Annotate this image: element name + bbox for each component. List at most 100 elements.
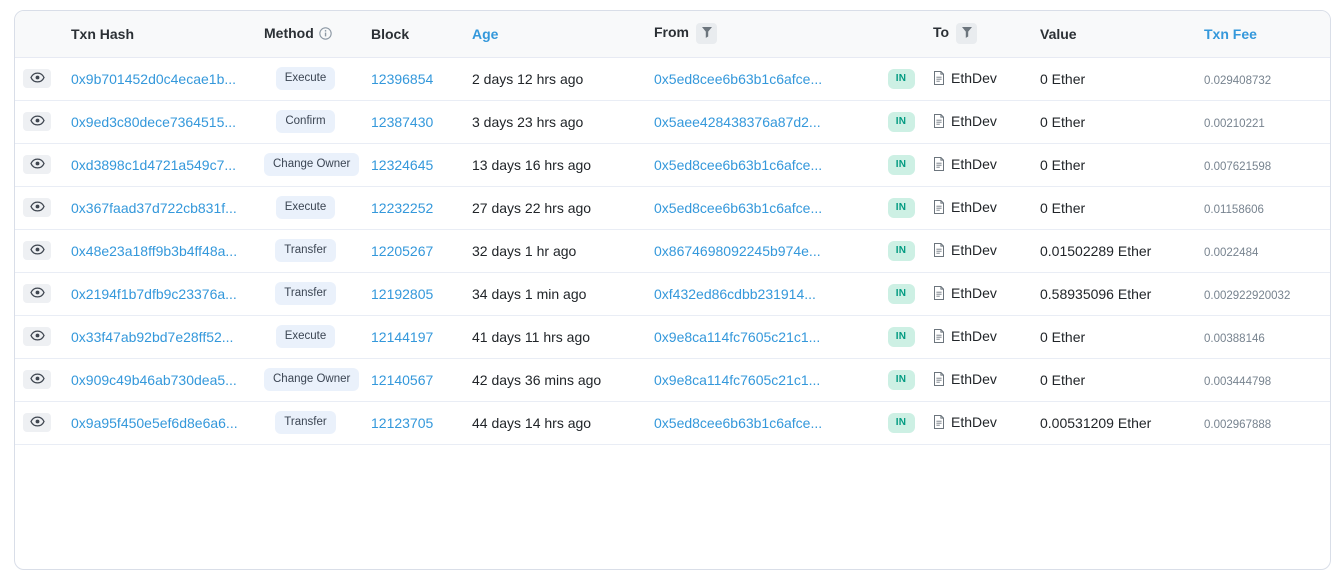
- direction-badge: IN: [888, 284, 915, 304]
- cell-value: 0 Ether: [1028, 186, 1192, 229]
- expand-row-button[interactable]: [23, 155, 51, 174]
- to-filter-button[interactable]: [956, 23, 977, 44]
- txn-fee-text: 0.00210221: [1204, 118, 1265, 130]
- column-header-block: Block: [359, 11, 460, 57]
- from-address-link[interactable]: 0x5ed8cee6b63b1c6afce...: [654, 71, 822, 87]
- txn-fee-sort-link[interactable]: Txn Fee: [1204, 26, 1257, 42]
- cell-expand: [15, 272, 59, 315]
- value-text: 0.00531209 Ether: [1040, 415, 1151, 431]
- cell-block: 12324645: [359, 143, 460, 186]
- from-address-link[interactable]: 0x8674698092245b974e...: [654, 243, 821, 259]
- cell-from: 0xf432ed86cdbb231914...: [642, 272, 881, 315]
- eye-icon: [30, 329, 45, 344]
- block-link[interactable]: 12387430: [371, 114, 433, 130]
- direction-badge: IN: [888, 327, 915, 347]
- age-text: 34 days 1 min ago: [472, 286, 586, 302]
- from-address-link[interactable]: 0xf432ed86cdbb231914...: [654, 286, 816, 302]
- to-name-link[interactable]: EthDev: [951, 113, 997, 129]
- txn-hash-link[interactable]: 0x9b701452d0c4ecae1b...: [71, 71, 236, 87]
- cell-direction: IN: [881, 229, 921, 272]
- block-link[interactable]: 12123705: [371, 415, 433, 431]
- block-link[interactable]: 12232252: [371, 200, 433, 216]
- cell-to: EthDev: [921, 315, 1028, 358]
- column-header-age[interactable]: Age: [460, 11, 642, 57]
- cell-method: Confirm: [252, 100, 359, 143]
- cell-value: 0.58935096 Ether: [1028, 272, 1192, 315]
- to-name-link[interactable]: EthDev: [951, 328, 997, 344]
- age-text: 27 days 22 hrs ago: [472, 200, 591, 216]
- value-text: 0 Ether: [1040, 71, 1085, 87]
- expand-row-button[interactable]: [23, 112, 51, 131]
- transactions-table: Txn Hash Method Block Age From To: [15, 11, 1330, 445]
- table-row: 0x9b701452d0c4ecae1b... Execute 12396854…: [15, 57, 1330, 100]
- to-name-link[interactable]: EthDev: [951, 371, 997, 387]
- from-address-link[interactable]: 0x5ed8cee6b63b1c6afce...: [654, 415, 822, 431]
- to-name-link[interactable]: EthDev: [951, 156, 997, 172]
- cell-from: 0x5ed8cee6b63b1c6afce...: [642, 57, 881, 100]
- age-sort-link[interactable]: Age: [472, 26, 498, 42]
- cell-to: EthDev: [921, 143, 1028, 186]
- direction-badge: IN: [888, 69, 915, 89]
- from-address-link[interactable]: 0x5ed8cee6b63b1c6afce...: [654, 200, 822, 216]
- to-name-link[interactable]: EthDev: [951, 285, 997, 301]
- cell-from: 0x5ed8cee6b63b1c6afce...: [642, 143, 881, 186]
- cell-value: 0 Ether: [1028, 57, 1192, 100]
- expand-row-button[interactable]: [23, 198, 51, 217]
- table-row: 0x33f47ab92bd7e28ff52... Execute 1214419…: [15, 315, 1330, 358]
- cell-age: 42 days 36 mins ago: [460, 358, 642, 401]
- txn-hash-link[interactable]: 0x9a95f450e5ef6d8e6a6...: [71, 415, 238, 431]
- to-name-link[interactable]: EthDev: [951, 414, 997, 430]
- txn-hash-link[interactable]: 0x909c49b46ab730dea5...: [71, 372, 237, 388]
- cell-block: 12387430: [359, 100, 460, 143]
- expand-row-button[interactable]: [23, 370, 51, 389]
- expand-row-button[interactable]: [23, 69, 51, 88]
- eye-icon: [30, 71, 45, 86]
- cell-age: 2 days 12 hrs ago: [460, 57, 642, 100]
- cell-method: Transfer: [252, 229, 359, 272]
- to-name-link[interactable]: EthDev: [951, 70, 997, 86]
- to-name-link[interactable]: EthDev: [951, 242, 997, 258]
- direction-badge: IN: [888, 155, 915, 175]
- cell-method: Execute: [252, 57, 359, 100]
- block-link[interactable]: 12396854: [371, 71, 433, 87]
- txn-hash-link[interactable]: 0x33f47ab92bd7e28ff52...: [71, 329, 233, 345]
- cell-age: 3 days 23 hrs ago: [460, 100, 642, 143]
- from-address-link[interactable]: 0x5aee428438376a87d2...: [654, 114, 821, 130]
- txn-hash-link[interactable]: 0x367faad37d722cb831f...: [71, 200, 237, 216]
- to-name-link[interactable]: EthDev: [951, 199, 997, 215]
- value-text: 0 Ether: [1040, 157, 1085, 173]
- contract-document-icon: [933, 329, 945, 346]
- expand-row-button[interactable]: [23, 241, 51, 260]
- cell-method: Transfer: [252, 272, 359, 315]
- method-badge: Confirm: [276, 110, 334, 134]
- cell-to: EthDev: [921, 100, 1028, 143]
- from-filter-button[interactable]: [696, 23, 717, 44]
- expand-row-button[interactable]: [23, 284, 51, 303]
- table-row: 0xd3898c1d4721a549c7... Change Owner 123…: [15, 143, 1330, 186]
- block-link[interactable]: 12140567: [371, 372, 433, 388]
- table-row: 0x9a95f450e5ef6d8e6a6... Transfer 121237…: [15, 401, 1330, 444]
- cell-block: 12144197: [359, 315, 460, 358]
- cell-age: 32 days 1 hr ago: [460, 229, 642, 272]
- txn-hash-link[interactable]: 0x9ed3c80dece7364515...: [71, 114, 236, 130]
- txn-hash-link[interactable]: 0xd3898c1d4721a549c7...: [71, 157, 236, 173]
- block-link[interactable]: 12144197: [371, 329, 433, 345]
- txn-hash-link[interactable]: 0x2194f1b7dfb9c23376a...: [71, 286, 237, 302]
- eye-icon: [30, 114, 45, 129]
- txn-fee-text: 0.00388146: [1204, 333, 1265, 345]
- from-address-link[interactable]: 0x5ed8cee6b63b1c6afce...: [654, 157, 822, 173]
- txn-hash-link[interactable]: 0x48e23a18ff9b3b4ff48a...: [71, 243, 237, 259]
- from-address-link[interactable]: 0x9e8ca114fc7605c21c1...: [654, 372, 820, 388]
- age-text: 42 days 36 mins ago: [472, 372, 601, 388]
- method-badge: Transfer: [275, 411, 335, 435]
- expand-row-button[interactable]: [23, 327, 51, 346]
- column-header-txn-fee[interactable]: Txn Fee: [1192, 11, 1330, 57]
- block-link[interactable]: 12192805: [371, 286, 433, 302]
- block-link[interactable]: 12205267: [371, 243, 433, 259]
- method-badge: Change Owner: [264, 368, 359, 392]
- block-link[interactable]: 12324645: [371, 157, 433, 173]
- column-header-value: Value: [1028, 11, 1192, 57]
- expand-row-button[interactable]: [23, 413, 51, 432]
- cell-from: 0x9e8ca114fc7605c21c1...: [642, 315, 881, 358]
- from-address-link[interactable]: 0x9e8ca114fc7605c21c1...: [654, 329, 820, 345]
